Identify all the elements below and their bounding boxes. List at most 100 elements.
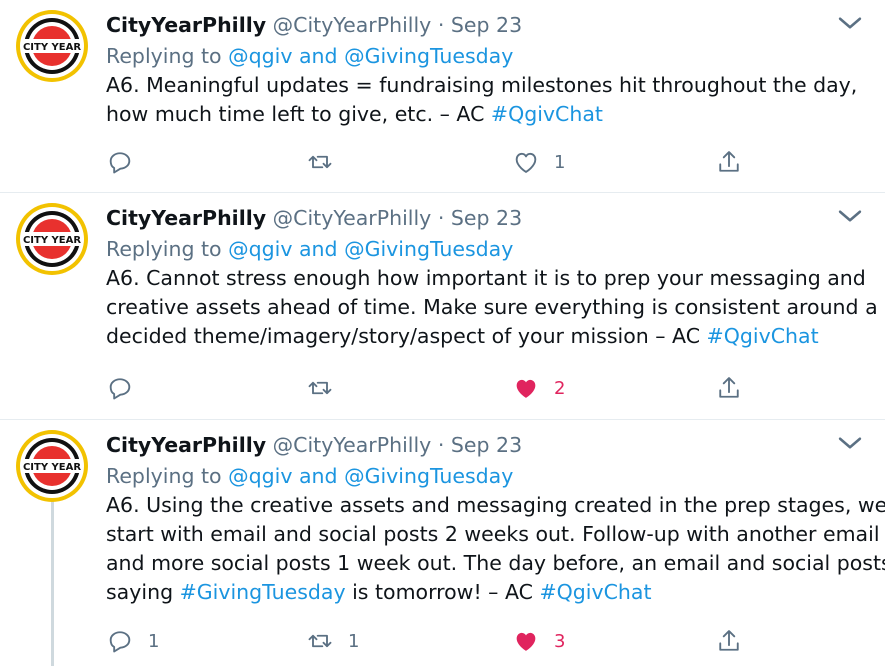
tweet-content: CityYearPhilly @CityYearPhilly · Sep 23 … xyxy=(106,199,878,351)
city-year-logo-icon: CITY YEAR xyxy=(16,430,88,502)
mention-link[interactable]: @qgiv xyxy=(228,44,292,68)
share-icon xyxy=(719,630,739,651)
text-span: is tomorrow! – AC xyxy=(345,580,540,604)
chevron-down-icon[interactable] xyxy=(833,6,867,40)
tweet-header: CityYearPhilly @CityYearPhilly · Sep 23 xyxy=(106,201,865,235)
retweet-button[interactable] xyxy=(306,371,348,405)
text-span: saying xyxy=(106,580,180,604)
avatar[interactable]: CITY YEAR xyxy=(15,429,89,503)
heart-filled-icon xyxy=(516,632,536,651)
retweet-icon xyxy=(308,381,332,395)
like-button[interactable]: 3 xyxy=(512,624,565,658)
reply-icon xyxy=(109,152,131,174)
user-handle[interactable]: @CityYearPhilly xyxy=(273,433,432,457)
replying-to: Replying to @qgiv and @GivingTuesday xyxy=(106,42,865,71)
retweet-button[interactable] xyxy=(306,145,348,179)
mention-link[interactable]: @GivingTuesday xyxy=(344,237,513,261)
user-handle[interactable]: @CityYearPhilly xyxy=(273,13,432,37)
tweet-text: A6. Cannot stress enough how important i… xyxy=(106,264,878,351)
tweet-date[interactable]: Sep 23 xyxy=(451,13,522,37)
avatar[interactable]: CITY YEAR xyxy=(15,9,89,83)
separator-dot: · xyxy=(437,433,445,457)
tweet-actions: 1 1 3 xyxy=(106,624,766,658)
heart-filled-icon xyxy=(516,379,536,398)
tweet-text-line: decided theme/imagery/story/aspect of yo… xyxy=(106,322,865,351)
mention-link[interactable]: @qgiv xyxy=(228,237,292,261)
tweet[interactable]: CITY YEAR CityYearPhilly @CityYearPhilly… xyxy=(0,0,885,192)
display-name[interactable]: CityYearPhilly xyxy=(106,206,266,230)
tweet-date[interactable]: Sep 23 xyxy=(451,206,522,230)
replying-and[interactable]: and xyxy=(292,44,344,68)
replying-to-label: Replying to xyxy=(106,237,229,261)
share-button[interactable] xyxy=(715,145,743,179)
reply-button[interactable] xyxy=(106,145,148,179)
like-count: 2 xyxy=(554,377,566,399)
share-icon xyxy=(719,151,739,172)
tweet[interactable]: CITY YEAR CityYearPhilly @CityYearPhilly… xyxy=(0,420,885,666)
text-span: A6. Cannot stress enough how important i… xyxy=(106,266,866,290)
tweet-date[interactable]: Sep 23 xyxy=(451,433,522,457)
tweet-text-line: creative assets ahead of time. Make sure… xyxy=(106,293,878,322)
heart-outline-icon xyxy=(515,152,537,173)
replying-to-label: Replying to xyxy=(106,44,229,68)
mention-link[interactable]: @GivingTuesday xyxy=(344,464,513,488)
reply-count: 1 xyxy=(148,630,160,652)
tweet-text: A6. Meaningful updates = fundraising mil… xyxy=(106,71,865,129)
text-span: how much time left to give, etc. – AC xyxy=(106,102,491,126)
text-span: A6. Using the creative assets and messag… xyxy=(106,493,885,517)
reply-button[interactable]: 1 xyxy=(106,624,159,658)
tweet-text-line: and more social posts 1 week out. The da… xyxy=(106,549,885,578)
like-count: 3 xyxy=(554,630,566,652)
tweet-text-line: A6. Using the creative assets and messag… xyxy=(106,491,885,520)
separator-dot: · xyxy=(437,13,445,37)
replying-to: Replying to @qgiv and @GivingTuesday xyxy=(106,462,865,491)
retweet-button[interactable]: 1 xyxy=(306,624,359,658)
tweet-actions: 2 xyxy=(106,371,766,405)
hashtag-link[interactable]: #QgivChat xyxy=(539,580,651,604)
retweet-count: 1 xyxy=(348,630,360,652)
tweet-text: A6. Using the creative assets and messag… xyxy=(106,491,885,607)
mention-link[interactable]: @qgiv xyxy=(228,464,292,488)
tweet-content: CityYearPhilly @CityYearPhilly · Sep 23 … xyxy=(106,426,885,607)
avatar[interactable]: CITY YEAR xyxy=(15,202,89,276)
tweet-feed: CITY YEAR CityYearPhilly @CityYearPhilly… xyxy=(0,0,885,666)
text-span: and more social posts 1 week out. The da… xyxy=(106,551,885,575)
tweet-text-line: start with email and social posts 2 week… xyxy=(106,520,880,549)
tweet-header: CityYearPhilly @CityYearPhilly · Sep 23 xyxy=(106,428,865,462)
tweet-text-line: A6. Meaningful updates = fundraising mil… xyxy=(106,71,865,100)
tweet-actions: 1 xyxy=(106,145,766,179)
text-span: decided theme/imagery/story/aspect of yo… xyxy=(106,324,707,348)
text-span: A6. Meaningful updates = fundraising mil… xyxy=(106,73,858,97)
chevron-down-icon[interactable] xyxy=(833,199,867,233)
display-name[interactable]: CityYearPhilly xyxy=(106,433,266,457)
replying-and[interactable]: and xyxy=(292,464,344,488)
city-year-logo-icon: CITY YEAR xyxy=(16,10,88,82)
reply-button[interactable] xyxy=(106,371,148,405)
separator-dot: · xyxy=(437,206,445,230)
reply-icon xyxy=(109,378,131,400)
tweet-content: CityYearPhilly @CityYearPhilly · Sep 23 … xyxy=(106,8,865,129)
hashtag-link[interactable]: #GivingTuesday xyxy=(180,580,346,604)
chevron-down-icon[interactable] xyxy=(833,426,867,460)
share-button[interactable] xyxy=(715,624,743,658)
like-button[interactable]: 2 xyxy=(512,371,565,405)
tweet-text-line: saying #GivingTuesday is tomorrow! – AC … xyxy=(106,578,865,607)
like-count: 1 xyxy=(554,151,566,173)
display-name[interactable]: CityYearPhilly xyxy=(106,13,266,37)
hashtag-link[interactable]: #QgivChat xyxy=(707,324,819,348)
user-handle[interactable]: @CityYearPhilly xyxy=(273,206,432,230)
tweet-header: CityYearPhilly @CityYearPhilly · Sep 23 xyxy=(106,8,865,42)
reply-icon xyxy=(109,631,131,653)
share-button[interactable] xyxy=(715,371,743,405)
share-icon xyxy=(719,377,739,398)
replying-to-label: Replying to xyxy=(106,464,229,488)
like-button[interactable]: 1 xyxy=(512,145,565,179)
svg-text:CITY YEAR: CITY YEAR xyxy=(23,42,81,53)
hashtag-link[interactable]: #QgivChat xyxy=(491,102,603,126)
svg-text:CITY YEAR: CITY YEAR xyxy=(23,235,81,246)
replying-to: Replying to @qgiv and @GivingTuesday xyxy=(106,235,865,264)
replying-and[interactable]: and xyxy=(292,237,344,261)
tweet[interactable]: CITY YEAR CityYearPhilly @CityYearPhilly… xyxy=(0,193,885,419)
mention-link[interactable]: @GivingTuesday xyxy=(344,44,513,68)
svg-text:CITY YEAR: CITY YEAR xyxy=(23,462,81,473)
